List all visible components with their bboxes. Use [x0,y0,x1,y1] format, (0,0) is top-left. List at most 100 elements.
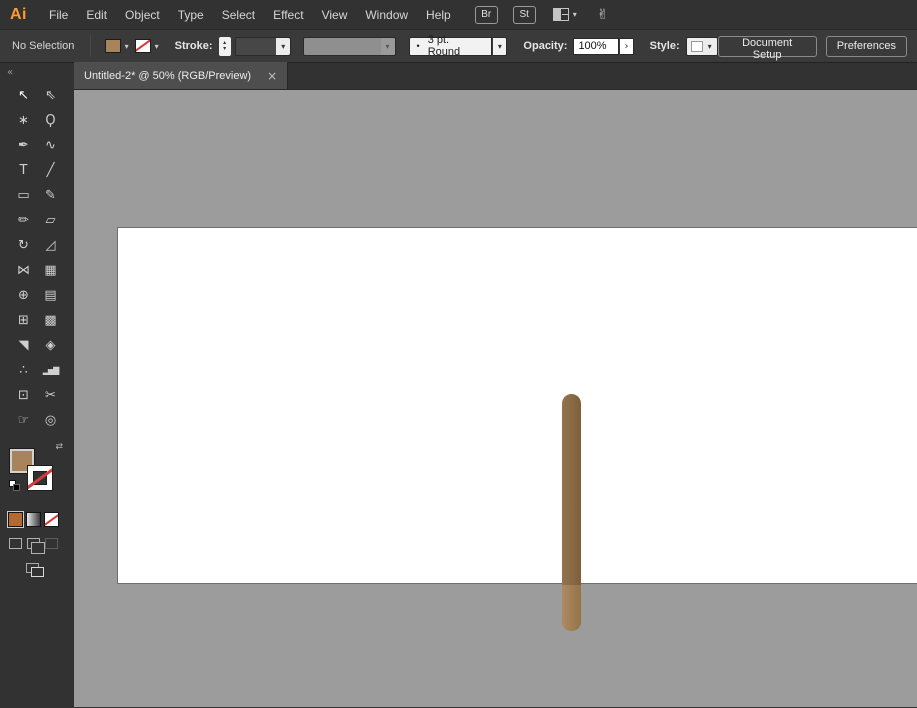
tools-grid: ↖ ⇖ ∗ Ϙ ✒ ∿ T ╱ ▭ ✎ ✏ ▱ ↻ ◿ ⋈ ▦ ⊕ ▤ ⊞ ▩ … [0,83,74,432]
width-tool[interactable]: ⋈ [10,258,37,282]
slice-tool[interactable]: ✂ [37,383,64,407]
collapse-panel-icon[interactable]: « [0,63,74,79]
artboard[interactable] [117,227,917,584]
gradient-tool[interactable]: ▩ [37,308,64,332]
lasso-tool[interactable]: Ϙ [37,108,64,132]
stock-button[interactable]: St [513,6,536,24]
variable-width-profile-combo[interactable]: ▾ [303,37,395,56]
chevron-down-icon: ▾ [155,42,159,51]
document-tab-title: Untitled-2* @ 50% (RGB/Preview) [84,70,251,82]
fill-color-picker[interactable]: ▾ [105,39,129,53]
stroke-label: Stroke: [175,40,213,52]
stroke-weight-combo[interactable]: ▾ [235,37,292,56]
menu-window[interactable]: Window [356,0,417,30]
menu-file[interactable]: File [40,0,77,30]
draw-normal-icon[interactable] [9,538,22,549]
menu-view[interactable]: View [313,0,357,30]
opacity-input[interactable] [573,38,619,55]
document-tab[interactable]: Untitled-2* @ 50% (RGB/Preview) × [74,62,288,89]
draw-behind-icon[interactable] [27,538,40,549]
curvature-tool[interactable]: ∿ [37,133,64,157]
menu-select[interactable]: Select [213,0,264,30]
style-combo[interactable]: ▾ [686,37,718,56]
perspective-grid-tool[interactable]: ▤ [37,283,64,307]
default-fill-stroke-icon[interactable] [9,480,21,492]
chevron-down-icon: ▾ [703,38,717,55]
fill-swatch[interactable] [105,39,121,53]
drawing-modes [9,538,74,549]
menu-object[interactable]: Object [116,0,169,30]
stroke-none-swatch[interactable] [135,39,151,53]
brush-definition-value: 3 pt. Round [428,34,485,58]
eyedropper-tool[interactable]: ◥ [10,333,37,357]
eraser-tool[interactable]: ▱ [37,208,64,232]
workspace-icon [553,8,569,21]
blend-tool[interactable]: ◈ [37,333,64,357]
stroke-color-picker[interactable]: ▾ [135,39,159,53]
preferences-button[interactable]: Preferences [826,36,907,57]
chevron-down-icon: ▾ [125,42,129,51]
symbol-sprayer-tool[interactable]: ∴ [10,358,37,382]
chevron-down-icon: ▾ [381,38,395,55]
color-type-buttons [8,512,74,527]
none-slash-icon [44,513,59,527]
opacity-arrow-button[interactable]: › [620,38,633,55]
illustrator-logo: Ai [0,6,40,24]
touch-workspace-icon[interactable]: ✌ [597,7,609,23]
menu-effect[interactable]: Effect [264,0,312,30]
pen-tool[interactable]: ✒ [10,133,37,157]
stick-shape[interactable] [562,394,581,631]
chevron-down-icon: ▾ [276,38,290,55]
type-tool[interactable]: T [10,158,37,182]
gradient-button[interactable] [26,512,41,527]
mini-stroke-swatch [13,484,20,491]
opacity-label: Opacity: [523,40,567,52]
canvas[interactable] [74,90,917,707]
screen-mode-front-icon [31,567,44,577]
color-button[interactable] [8,512,23,527]
stepper-down-icon[interactable]: ▾ [223,46,226,52]
style-swatch [691,41,703,52]
rotate-tool[interactable]: ↻ [10,233,37,257]
tools-panel: « ↖ ⇖ ∗ Ϙ ✒ ∿ T ╱ ▭ ✎ ✏ ▱ ↻ ◿ ⋈ ▦ ⊕ ▤ ⊞ … [0,63,74,707]
magic-wand-tool[interactable]: ∗ [10,108,37,132]
artboard-tool[interactable]: ⊡ [10,383,37,407]
draw-inside-icon[interactable] [45,538,58,549]
bridge-button[interactable]: Br [475,6,498,24]
none-button[interactable] [44,512,59,527]
scale-tool[interactable]: ◿ [37,233,64,257]
screen-mode-button[interactable] [26,563,46,578]
column-graph-tool[interactable]: ▂▅▇ [37,358,64,382]
stroke-swatch-large[interactable] [28,466,52,490]
main-area: « ↖ ⇖ ∗ Ϙ ✒ ∿ T ╱ ▭ ✎ ✏ ▱ ↻ ◿ ⋈ ▦ ⊕ ▤ ⊞ … [0,63,917,707]
free-transform-tool[interactable]: ▦ [37,258,64,282]
brush-chevron-button[interactable]: ▾ [493,37,507,56]
brush-definition-combo[interactable]: • 3 pt. Round [409,37,493,56]
stroke-weight-stepper[interactable]: ▴ ▾ [219,37,231,56]
shaper-tool[interactable]: ✏ [10,208,37,232]
selection-status: No Selection [12,40,82,52]
swap-fill-stroke-icon[interactable]: ⇄ [55,442,63,452]
menu-bar: Ai File Edit Object Type Select Effect V… [0,0,917,30]
hand-tool[interactable]: ☞ [10,408,37,432]
shape-builder-tool[interactable]: ⊕ [10,283,37,307]
menu-help[interactable]: Help [417,0,460,30]
workspace-switcher[interactable]: ▾ [553,8,577,21]
mesh-tool[interactable]: ⊞ [10,308,37,332]
document-setup-button[interactable]: Document Setup [718,36,817,57]
brush-preview-dot: • [417,41,420,51]
close-icon[interactable]: × [267,69,277,83]
direct-selection-tool[interactable]: ⇖ [37,83,64,107]
chevron-down-icon: ▾ [573,10,577,19]
zoom-tool[interactable]: ◎ [37,408,64,432]
paintbrush-tool[interactable]: ✎ [37,183,64,207]
selection-tool[interactable]: ↖ [10,83,37,107]
tab-strip: Untitled-2* @ 50% (RGB/Preview) × [74,63,917,90]
divider [90,35,91,57]
line-segment-tool[interactable]: ╱ [37,158,64,182]
rectangle-tool[interactable]: ▭ [10,183,37,207]
document-column: Untitled-2* @ 50% (RGB/Preview) × [74,63,917,707]
menu-edit[interactable]: Edit [77,0,116,30]
menu-type[interactable]: Type [169,0,213,30]
fill-stroke-widget: ⇄ [9,444,65,496]
